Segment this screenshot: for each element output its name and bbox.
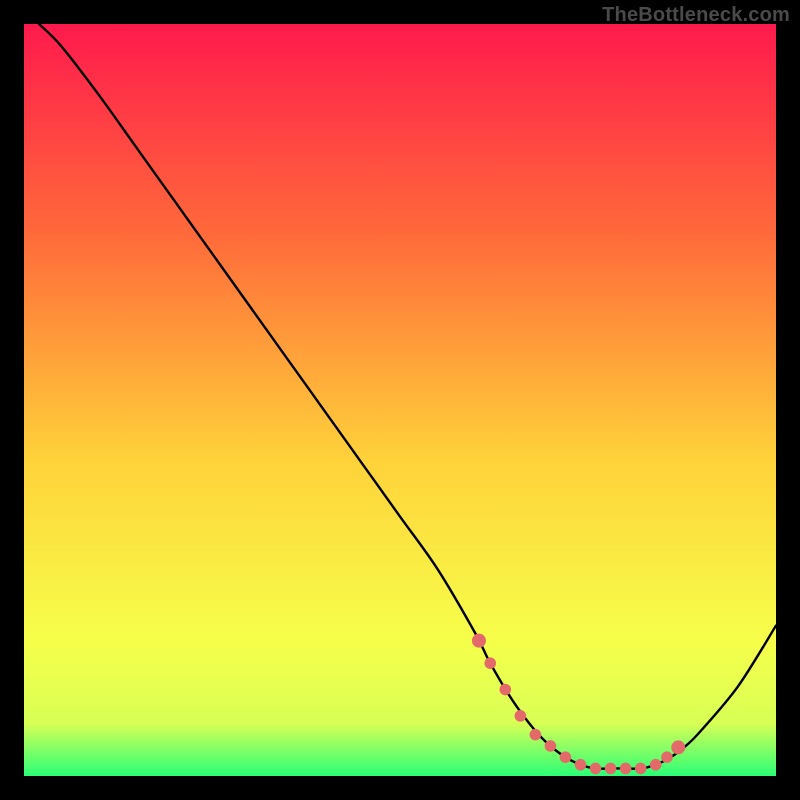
trough-marker-point [545, 740, 557, 752]
trough-marker-point [499, 684, 511, 696]
trough-marker-point [650, 759, 662, 771]
trough-marker-point [590, 763, 602, 775]
chart-frame: TheBottleneck.com [0, 0, 800, 800]
trough-marker-point [671, 740, 685, 754]
bottleneck-chart [0, 0, 800, 800]
plot-background-gradient [24, 24, 776, 776]
trough-marker-point [575, 759, 587, 771]
watermark-text: TheBottleneck.com [602, 4, 790, 27]
trough-marker-point [560, 751, 572, 763]
trough-marker-point [472, 634, 486, 648]
trough-marker-point [484, 657, 496, 669]
trough-marker-point [635, 763, 647, 775]
trough-marker-point [620, 763, 632, 775]
trough-marker-point [530, 729, 542, 741]
trough-marker-point [605, 763, 617, 775]
trough-marker-point [515, 710, 527, 722]
trough-marker-point [661, 751, 673, 763]
